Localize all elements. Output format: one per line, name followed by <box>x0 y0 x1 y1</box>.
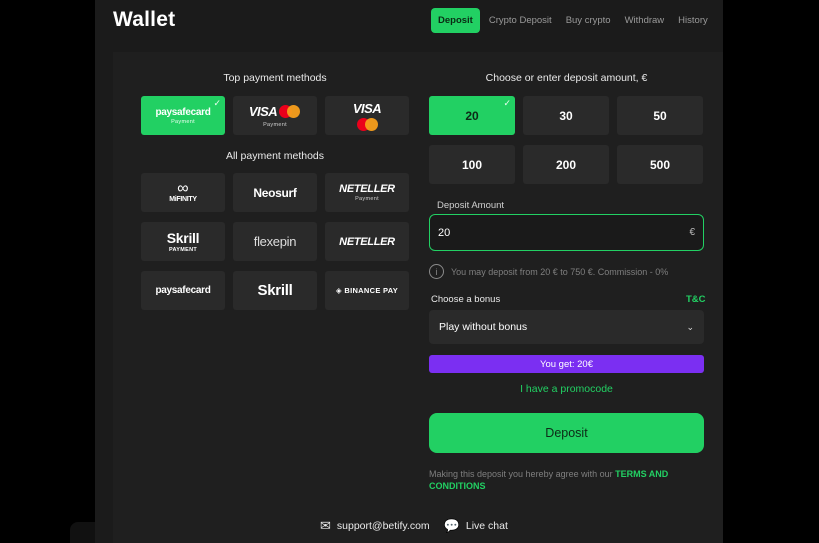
chat-icon: 💬 <box>443 518 460 533</box>
wallet-tabs: Deposit Crypto Deposit Buy crypto Withdr… <box>431 8 713 33</box>
limits-text: You may deposit from 20 € to 750 €. Comm… <box>451 266 669 277</box>
terms-text: Making this deposit you hereby agree wit… <box>429 468 709 492</box>
tab-deposit[interactable]: Deposit <box>431 8 480 33</box>
background-right <box>723 0 819 543</box>
tab-withdraw[interactable]: Withdraw <box>620 8 670 33</box>
page-title: Wallet <box>113 8 176 31</box>
info-icon: i <box>429 264 444 279</box>
deposit-button[interactable]: Deposit <box>429 413 704 453</box>
tc-link[interactable]: T&C <box>686 294 706 305</box>
promocode-link[interactable]: I have a promocode <box>429 383 704 395</box>
wallet-modal: Wallet Deposit Crypto Deposit Buy crypto… <box>95 0 723 543</box>
support-email[interactable]: ✉ support@betify.com <box>320 518 430 534</box>
bonus-selected: Play without bonus <box>439 321 528 333</box>
live-chat-text: Live chat <box>465 520 508 532</box>
support-footer: ✉ support@betify.com 💬 Live chat <box>320 518 508 534</box>
live-chat[interactable]: 💬 Live chat <box>444 518 508 534</box>
mail-icon: ✉ <box>320 518 331 533</box>
deposit-limits: i You may deposit from 20 € to 750 €. Co… <box>429 264 668 279</box>
currency-label: € <box>689 227 695 238</box>
you-get-banner: You get: 20€ <box>429 355 704 373</box>
tab-buy-crypto[interactable]: Buy crypto <box>561 8 616 33</box>
deposit-form: Deposit Amount 20 € i You may deposit fr… <box>113 52 723 543</box>
bonus-select[interactable]: Play without bonus ⌄ <box>429 310 704 344</box>
support-email-text: support@betify.com <box>336 520 430 532</box>
deposit-amount-label: Deposit Amount <box>437 200 505 211</box>
deposit-amount-input[interactable]: 20 € <box>429 214 704 251</box>
chevron-down-icon: ⌄ <box>686 321 694 332</box>
terms-prefix: Making this deposit you hereby agree wit… <box>429 469 613 479</box>
bonus-label: Choose a bonus <box>431 294 501 305</box>
tab-history[interactable]: History <box>673 8 713 33</box>
background-left <box>0 0 95 543</box>
deposit-amount-value: 20 <box>438 226 451 239</box>
tab-crypto-deposit[interactable]: Crypto Deposit <box>484 8 557 33</box>
